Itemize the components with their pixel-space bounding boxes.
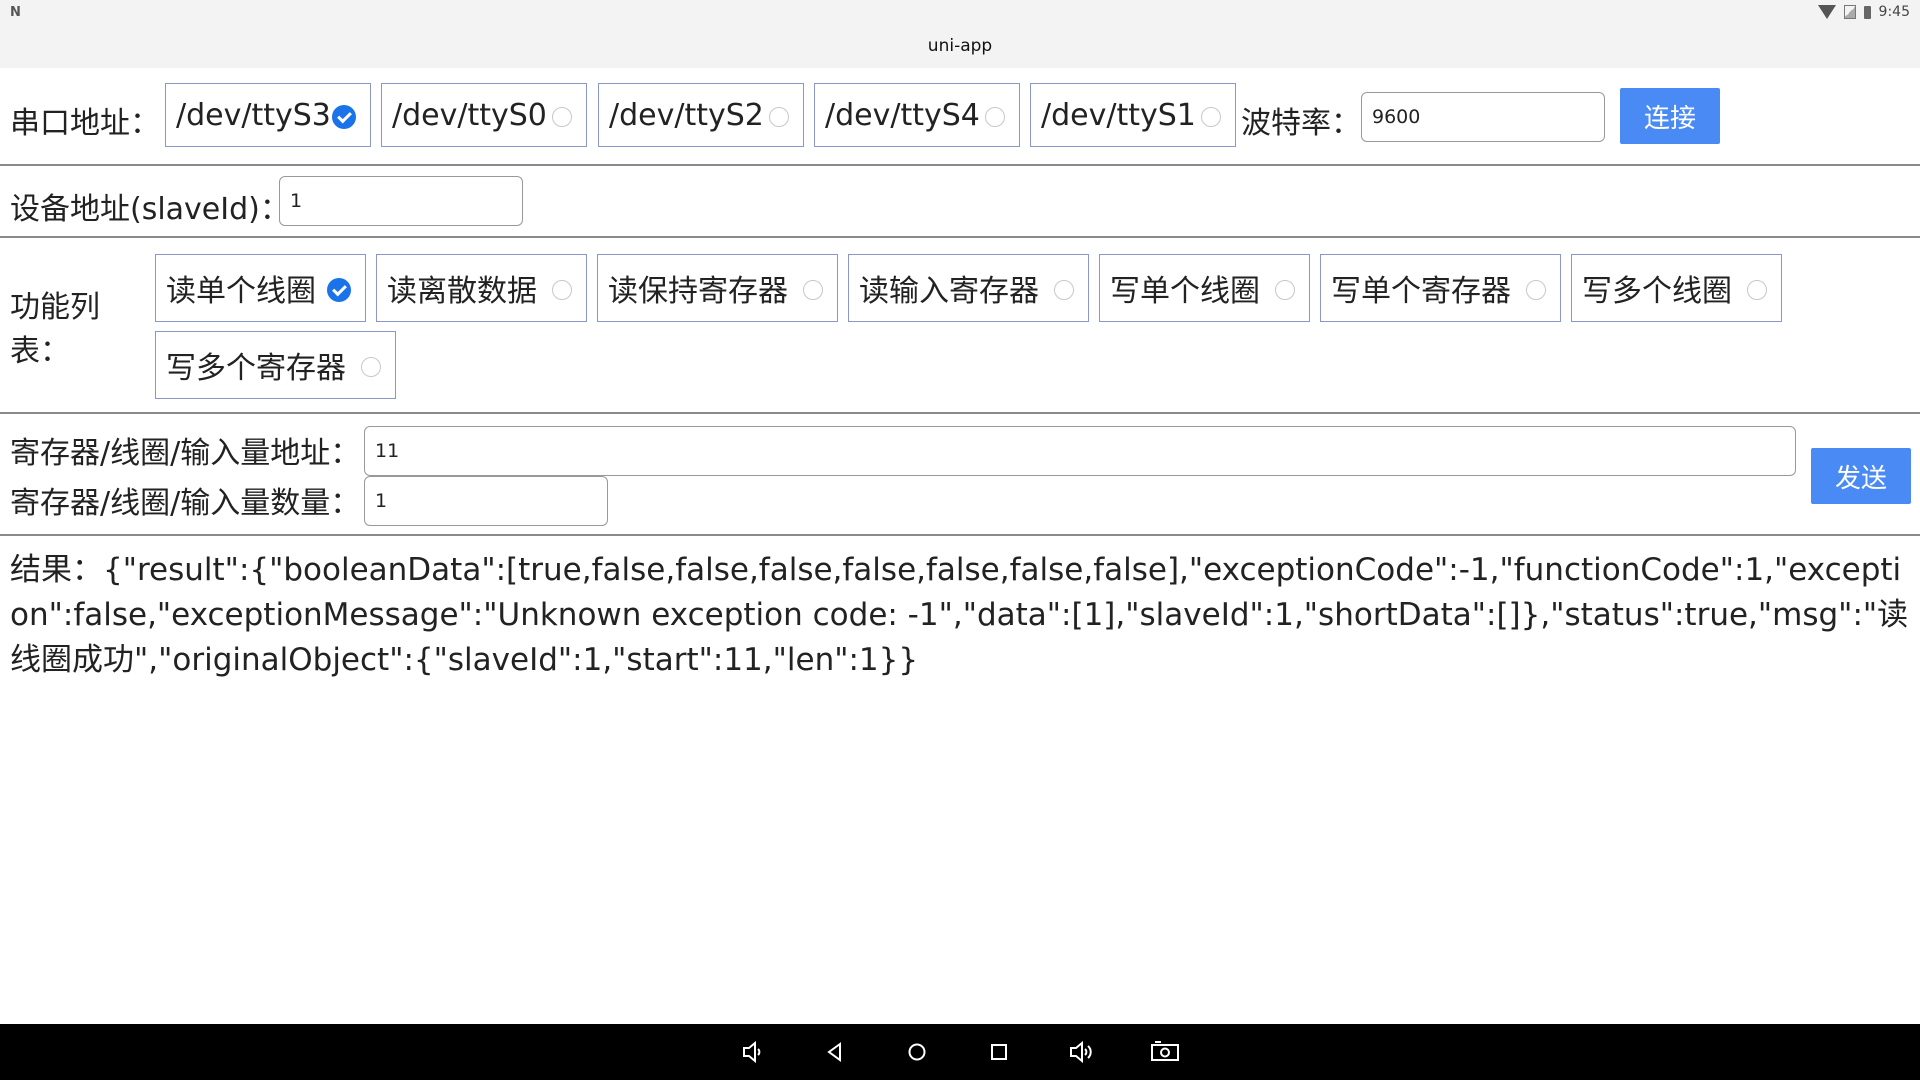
function-option-label: 读输入寄存器 [859,274,1039,309]
serial-row: 串口地址： /dev/ttyS3 /dev/ttyS0 /dev/ttyS2 /… [0,68,1920,166]
function-option-label: 读离散数据 [387,274,537,309]
radio-unchecked-icon [1275,280,1295,300]
screenshot-icon[interactable] [1150,1039,1180,1065]
radio-unchecked-icon [769,107,789,127]
function-option-label: 写单个线圈 [1110,274,1260,309]
back-icon[interactable] [822,1039,848,1065]
notification-icon: N [10,4,21,20]
radio-unchecked-icon [1054,280,1074,300]
serial-option-label: /dev/ttyS3 [176,97,331,133]
radio-unchecked-icon [985,107,1005,127]
send-button[interactable]: 发送 [1811,448,1911,504]
title-bar: uni-app [0,24,1920,68]
serial-option-label: /dev/ttyS1 [1041,97,1196,133]
serial-option-ttyS4[interactable]: /dev/ttyS4 [814,83,1020,147]
register-address-input[interactable]: 11 [364,426,1796,476]
app-title: uni-app [927,36,993,56]
serial-option-ttyS1[interactable]: /dev/ttyS1 [1030,83,1236,147]
connect-button[interactable]: 连接 [1620,88,1720,144]
result-text: 结果：{"result":{"booleanData":[true,false,… [10,552,1909,678]
function-option-write-multiple-coils[interactable]: 写多个线圈 [1571,254,1782,322]
status-bar: N 9:45 [0,0,1920,24]
function-option-read-discrete[interactable]: 读离散数据 [376,254,587,322]
function-option-label: 写单个寄存器 [1331,274,1511,309]
battery-icon [1863,5,1871,19]
register-count-label: 寄存器/线圈/输入量数量： [10,486,361,521]
recents-icon[interactable] [986,1039,1012,1065]
function-option-label: 写多个线圈 [1582,274,1732,309]
radio-checked-icon [327,278,351,302]
function-option-read-holding-register[interactable]: 读保持寄存器 [597,254,838,322]
nav-bar [0,1024,1920,1080]
function-option-write-single-coil[interactable]: 写单个线圈 [1099,254,1310,322]
serial-option-label: /dev/ttyS4 [825,97,980,133]
serial-option-label: /dev/ttyS2 [609,97,764,133]
device-label: 设备地址(slaveId)： [10,192,290,227]
baud-input[interactable]: 9600 [1361,92,1605,142]
radio-unchecked-icon [803,280,823,300]
home-icon[interactable] [904,1039,930,1065]
register-row: 寄存器/线圈/输入量地址： 11 寄存器/线圈/输入量数量： 1 发送 [0,414,1920,536]
function-label-line2: 表： [10,334,70,369]
radio-unchecked-icon [1201,107,1221,127]
function-option-label: 读单个线圈 [166,274,316,309]
serial-option-ttyS2[interactable]: /dev/ttyS2 [598,83,804,147]
radio-checked-icon [332,105,356,129]
radio-unchecked-icon [552,280,572,300]
radio-unchecked-icon [552,107,572,127]
function-option-label: 读保持寄存器 [608,274,788,309]
signal-icon [1843,5,1856,19]
serial-label: 串口地址： [10,106,160,141]
radio-unchecked-icon [1747,280,1767,300]
status-icons: 9:45 [1817,4,1910,20]
register-count-input[interactable]: 1 [364,476,608,526]
function-label-line1: 功能列 [10,290,100,325]
function-option-label: 写多个寄存器 [166,351,346,386]
slave-id-input[interactable]: 1 [279,176,523,226]
function-option-write-multiple-registers[interactable]: 写多个寄存器 [155,331,396,399]
volume-down-icon[interactable] [740,1039,766,1065]
register-address-label: 寄存器/线圈/输入量地址： [10,436,361,471]
radio-unchecked-icon [1526,280,1546,300]
wifi-icon [1817,5,1836,19]
radio-unchecked-icon [361,357,381,377]
serial-option-ttyS3[interactable]: /dev/ttyS3 [165,83,371,147]
clock: 9:45 [1878,4,1910,20]
serial-option-label: /dev/ttyS0 [392,97,547,133]
baud-label: 波特率： [1241,106,1361,141]
volume-up-icon[interactable] [1068,1039,1094,1065]
device-row: 设备地址(slaveId)： 1 [0,166,1920,238]
function-row: 功能列 表： 读单个线圈 读离散数据 读保持寄存器 读输入寄存器 写单个线圈 写… [0,238,1920,414]
function-option-read-input-register[interactable]: 读输入寄存器 [848,254,1089,322]
serial-option-ttyS0[interactable]: /dev/ttyS0 [381,83,587,147]
function-option-write-single-register[interactable]: 写单个寄存器 [1320,254,1561,322]
function-option-read-coil[interactable]: 读单个线圈 [155,254,366,322]
